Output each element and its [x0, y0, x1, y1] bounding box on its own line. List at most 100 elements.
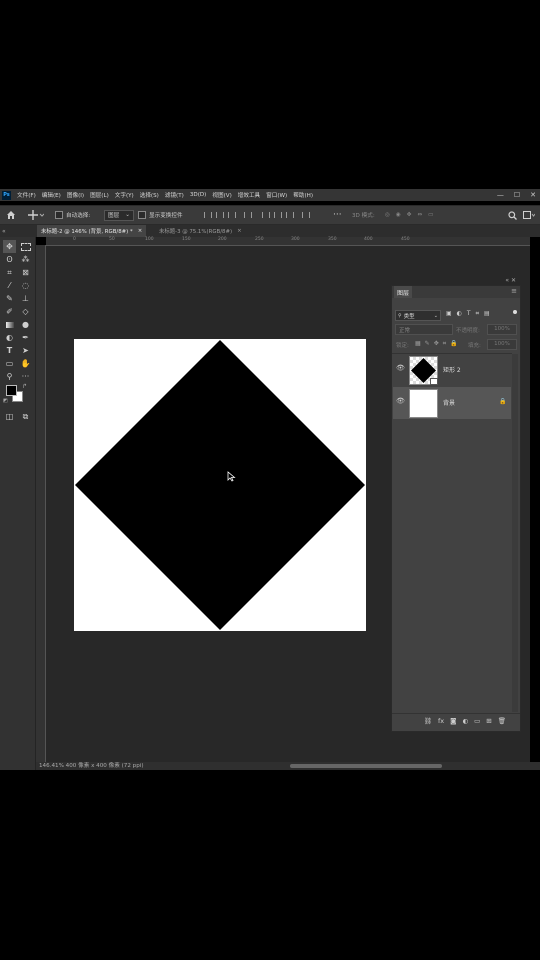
maximize-icon[interactable]: ☐: [514, 191, 520, 199]
tab-close-icon[interactable]: ×: [237, 228, 242, 234]
3d-pan-icon[interactable]: ✥: [407, 212, 412, 218]
opacity-field[interactable]: 100%: [487, 324, 517, 335]
close-icon[interactable]: ✕: [530, 191, 536, 199]
quick-mask-icon[interactable]: ◫: [3, 410, 16, 423]
move-tool-icon[interactable]: ✥: [3, 240, 16, 253]
panel-menu-icon[interactable]: ≡: [511, 287, 517, 295]
lock-transparent-icon[interactable]: ▦: [415, 340, 421, 348]
filter-smart-object-icon[interactable]: ▤: [484, 310, 490, 318]
more-options-icon[interactable]: ···: [333, 206, 342, 224]
blend-mode-dropdown[interactable]: 正常: [395, 324, 453, 335]
menu-filter[interactable]: 滤镜(T): [165, 191, 184, 199]
align-hcenter-icon[interactable]: [274, 212, 282, 218]
stamp-tool-icon[interactable]: ⊥: [19, 292, 32, 305]
magic-wand-tool-icon[interactable]: ⁂: [19, 253, 32, 266]
minimize-icon[interactable]: —: [497, 191, 504, 199]
filter-shape-icon[interactable]: ⌗: [476, 310, 479, 318]
tab-untitled-2[interactable]: 未标题-2 @ 146% (背景, RGB/8#) * ×: [37, 225, 147, 237]
align-left-icon[interactable]: [262, 212, 270, 218]
more-tools-icon[interactable]: ···: [19, 370, 32, 383]
menu-image[interactable]: 图像(I): [67, 191, 84, 199]
search-icon[interactable]: [508, 206, 517, 224]
layer-name[interactable]: 矩形 2: [443, 365, 461, 374]
3d-roll-icon[interactable]: ◉: [396, 212, 401, 218]
align-bottom-icon[interactable]: [228, 212, 236, 218]
horizontal-scrollbar-thumb[interactable]: [290, 764, 442, 768]
foreground-color-swatch[interactable]: [6, 385, 17, 396]
menu-type[interactable]: 文字(Y): [115, 191, 134, 199]
hand-tool-icon[interactable]: ✋: [19, 357, 32, 370]
eyedropper-tool-icon[interactable]: ⁄: [3, 279, 16, 292]
history-brush-tool-icon[interactable]: ✐: [3, 305, 16, 318]
lock-all-icon[interactable]: 🔒: [450, 340, 457, 348]
new-adjustment-layer-icon[interactable]: ◐: [462, 717, 468, 725]
workspace-switcher-icon[interactable]: [523, 206, 535, 224]
layer-name[interactable]: 背景: [443, 398, 455, 407]
healing-brush-tool-icon[interactable]: ◌: [19, 279, 32, 292]
show-transform-checkbox[interactable]: [138, 211, 146, 219]
layer-row-rectangle-2[interactable]: 👁 矩形 2: [393, 354, 511, 386]
delete-layer-icon[interactable]: 🗑: [498, 717, 506, 725]
rotated-rectangle-shape[interactable]: [75, 340, 365, 630]
auto-select-dropdown[interactable]: 图层 ⌄: [104, 206, 134, 224]
layers-tab[interactable]: 图层: [394, 286, 413, 298]
3d-scale-icon[interactable]: ▭: [428, 212, 433, 218]
auto-select-option[interactable]: 自动选择:: [55, 206, 90, 224]
blur-tool-icon[interactable]: ●: [19, 318, 32, 331]
marquee-tool-icon[interactable]: [19, 240, 32, 253]
menu-layer[interactable]: 图层(L): [90, 191, 109, 199]
new-layer-icon[interactable]: ⊞: [486, 717, 491, 725]
menu-select[interactable]: 选择(S): [140, 191, 159, 199]
tab-close-icon[interactable]: ×: [138, 228, 143, 234]
panel-collapse-icon[interactable]: « ✕: [505, 277, 516, 284]
pen-tool-icon[interactable]: ✒: [19, 331, 32, 344]
screen-mode-icon[interactable]: ⧉: [19, 410, 32, 423]
lock-position-icon[interactable]: ✥: [434, 340, 439, 348]
layer-row-background[interactable]: 👁 背景 🔒: [393, 387, 511, 419]
layer-filter-dropdown[interactable]: ⚲ 类型 ⌄: [395, 310, 441, 321]
zoom-tool-icon[interactable]: ⚲: [3, 370, 16, 383]
collapse-toolbar-icon[interactable]: «: [2, 228, 6, 235]
align-vcenter-icon[interactable]: [216, 212, 224, 218]
new-group-icon[interactable]: ▭: [474, 717, 480, 725]
lock-pixels-icon[interactable]: ✎: [425, 340, 430, 348]
swap-colors-icon[interactable]: ↱: [22, 383, 27, 390]
distribute-horizontal-icon[interactable]: [302, 212, 310, 218]
auto-select-checkbox[interactable]: [55, 211, 63, 219]
eraser-tool-icon[interactable]: ◇: [19, 305, 32, 318]
menu-file[interactable]: 文件(F): [17, 191, 36, 199]
layer-style-icon[interactable]: fx: [438, 717, 444, 725]
filter-toggle-icon[interactable]: [513, 310, 517, 314]
document-canvas[interactable]: [74, 339, 366, 631]
menu-help[interactable]: 帮助(H): [293, 191, 313, 199]
filter-type-icon[interactable]: T: [467, 310, 471, 318]
lasso-tool-icon[interactable]: ʘ: [3, 253, 16, 266]
brush-tool-icon[interactable]: ✎: [3, 292, 16, 305]
visibility-eye-icon[interactable]: 👁: [396, 397, 405, 405]
crop-tool-icon[interactable]: ⌗: [3, 266, 16, 279]
gradient-tool-icon[interactable]: [3, 318, 16, 331]
distribute-vertical-icon[interactable]: [244, 212, 252, 218]
type-tool-icon[interactable]: T: [3, 344, 16, 357]
filter-adjustment-icon[interactable]: ◐: [457, 310, 462, 318]
default-colors-icon[interactable]: ◩: [3, 398, 8, 404]
fill-field[interactable]: 100%: [487, 339, 517, 350]
dodge-tool-icon[interactable]: ◐: [3, 331, 16, 344]
home-icon[interactable]: [6, 206, 16, 224]
menu-edit[interactable]: 编辑(E): [42, 191, 61, 199]
rectangle-tool-icon[interactable]: ▭: [3, 357, 16, 370]
lock-artboard-icon[interactable]: ⌗: [443, 340, 446, 348]
menu-plugins[interactable]: 增效工具: [238, 191, 260, 199]
menu-view[interactable]: 视图(V): [212, 191, 231, 199]
frame-tool-icon[interactable]: ⊠: [19, 266, 32, 279]
align-top-icon[interactable]: [204, 212, 212, 218]
menu-window[interactable]: 窗口(W): [266, 191, 287, 199]
3d-slide-icon[interactable]: ⇔: [417, 212, 422, 218]
filter-pixel-icon[interactable]: ▣: [446, 310, 452, 318]
link-layers-icon[interactable]: ⛓: [424, 717, 432, 725]
3d-orbit-icon[interactable]: ◎: [385, 212, 390, 218]
visibility-eye-icon[interactable]: 👁: [396, 364, 405, 372]
align-right-icon[interactable]: [286, 212, 294, 218]
layers-scrollbar[interactable]: [512, 354, 518, 712]
move-tool-preset-icon[interactable]: [28, 206, 44, 224]
